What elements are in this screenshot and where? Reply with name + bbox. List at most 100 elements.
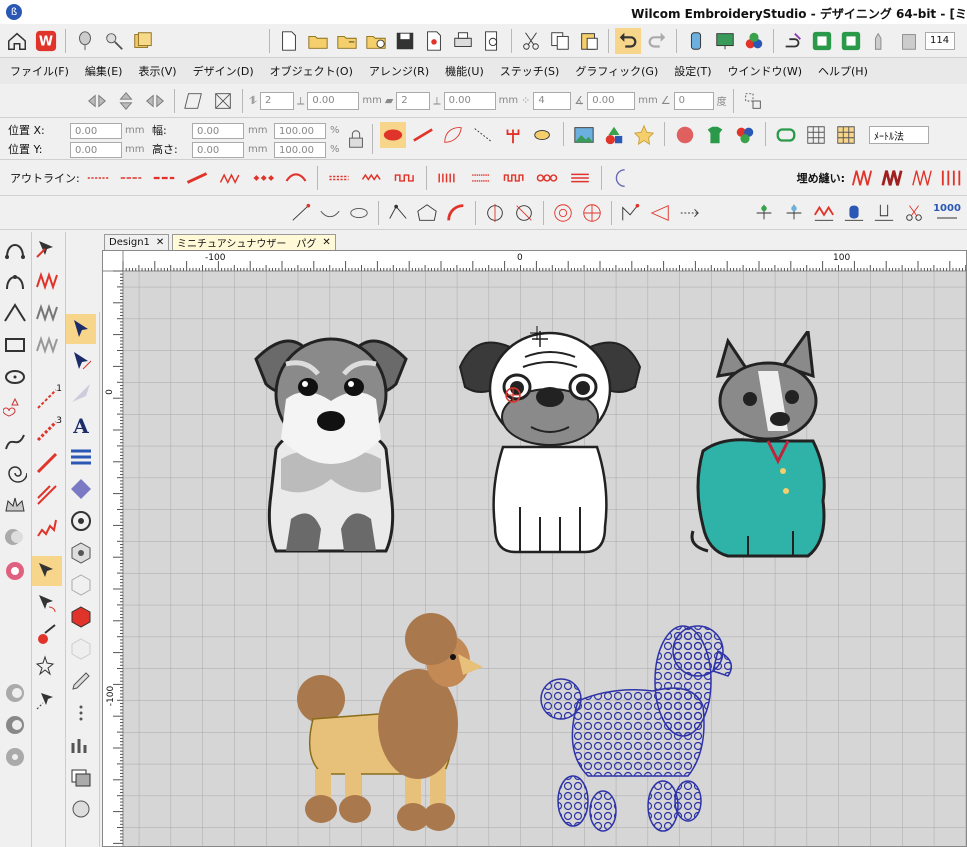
spin-7[interactable]: 0: [673, 91, 714, 110]
green-box2-icon[interactable]: [838, 28, 864, 54]
outline-run-icon[interactable]: [83, 165, 113, 191]
reshape-tool-icon[interactable]: [66, 346, 96, 376]
line-1-tool[interactable]: 1: [32, 384, 62, 414]
knife-icon[interactable]: [511, 200, 537, 226]
print-icon[interactable]: [450, 28, 476, 54]
boston-terrier-design[interactable]: [688, 331, 838, 561]
polygon-icon[interactable]: [414, 200, 440, 226]
outline-feather-icon[interactable]: [281, 165, 311, 191]
outline-pattern4-icon[interactable]: [433, 165, 463, 191]
outline-pattern3-icon[interactable]: [390, 165, 420, 191]
select-red-icon[interactable]: [32, 234, 62, 264]
outline-pattern2-icon[interactable]: [357, 165, 387, 191]
menu-item-6[interactable]: 機能(U): [445, 63, 484, 79]
tan-poodle-design[interactable]: [283, 609, 493, 839]
schnauzer-design[interactable]: [246, 329, 416, 559]
menu-item-4[interactable]: オブジェクト(O): [270, 63, 353, 79]
zigzag-gray2-icon[interactable]: [32, 330, 62, 360]
zigzag-gray-icon[interactable]: [32, 298, 62, 328]
pos-x-field[interactable]: 0.00: [70, 123, 122, 139]
outline-pattern5-icon[interactable]: [466, 165, 496, 191]
paint-icon[interactable]: [32, 620, 62, 650]
line-3-tool[interactable]: 3: [32, 416, 62, 446]
stack-icon[interactable]: [896, 28, 922, 54]
green-box-icon[interactable]: [809, 28, 835, 54]
balls-icon[interactable]: [732, 122, 758, 148]
colors-icon[interactable]: [741, 28, 767, 54]
lock-icon[interactable]: [345, 128, 367, 150]
library-icon[interactable]: [130, 28, 156, 54]
menu-item-7[interactable]: ステッチ(S): [500, 63, 560, 79]
needle-icon[interactable]: [871, 200, 897, 226]
flag-icon[interactable]: [647, 200, 673, 226]
height-field[interactable]: 0.00: [192, 142, 244, 158]
menu-item-2[interactable]: 表示(V): [138, 63, 176, 79]
mirror-both-icon[interactable]: [142, 88, 168, 114]
line-arrow-tool[interactable]: [32, 448, 62, 478]
leaf-icon[interactable]: [440, 122, 466, 148]
grid-icon[interactable]: [803, 122, 829, 148]
fill-more-icon[interactable]: [939, 165, 965, 191]
menu-item-0[interactable]: ファイル(F): [10, 63, 69, 79]
tab-design1[interactable]: Design1 ✕: [104, 234, 170, 250]
home-icon[interactable]: [4, 28, 30, 54]
fill-tatami-icon[interactable]: [849, 165, 875, 191]
new-file-icon[interactable]: [276, 28, 302, 54]
outline-satin-icon[interactable]: [182, 165, 212, 191]
menu-item-5[interactable]: アレンジ(R): [369, 63, 429, 79]
grid2-icon[interactable]: [833, 122, 859, 148]
ring-icon[interactable]: [346, 200, 372, 226]
fill-step-icon[interactable]: [909, 165, 935, 191]
fill-satin-icon[interactable]: [879, 165, 905, 191]
spin-1[interactable]: 2: [260, 91, 294, 110]
height-pct-field[interactable]: 100.00: [274, 142, 326, 158]
dots-tool-icon[interactable]: [66, 698, 96, 728]
crown-tool-icon[interactable]: [0, 490, 30, 520]
target2-icon[interactable]: [579, 200, 605, 226]
measure-select[interactable]: ﾒｰﾄﾙ法: [869, 126, 929, 144]
ellipse-tool-icon[interactable]: [0, 362, 30, 392]
pos-y-field[interactable]: 0.00: [70, 142, 122, 158]
rectangle-tool-icon[interactable]: [0, 330, 30, 360]
spool-icon[interactable]: [841, 200, 867, 226]
zigzag-red-icon[interactable]: [32, 266, 62, 296]
node-icon[interactable]: [385, 200, 411, 226]
width-field[interactable]: 0.00: [192, 123, 244, 139]
chart-tool-icon[interactable]: [66, 730, 96, 760]
hoop-icon[interactable]: [780, 28, 806, 54]
manage-icon[interactable]: [101, 28, 127, 54]
menu-item-1[interactable]: 編集(E): [85, 63, 123, 79]
skew-icon[interactable]: [181, 88, 207, 114]
menu-item-8[interactable]: グラフィック(G): [575, 63, 658, 79]
wilcom-logo-icon[interactable]: W: [33, 28, 59, 54]
line-zigzag-tool[interactable]: [32, 512, 62, 542]
close-icon[interactable]: ✕: [322, 237, 330, 248]
gray-circle-tool-icon[interactable]: [0, 678, 30, 708]
tree-icon[interactable]: [751, 200, 777, 226]
zigzag-arrows-icon[interactable]: [811, 200, 837, 226]
target-icon[interactable]: [550, 200, 576, 226]
appliqué-icon[interactable]: [672, 122, 698, 148]
open-folder-icon[interactable]: [305, 28, 331, 54]
monogram-tool-icon[interactable]: [0, 522, 30, 552]
print-preview-icon[interactable]: [479, 28, 505, 54]
count-icon[interactable]: 1000: [931, 200, 963, 226]
scissors-icon[interactable]: [901, 200, 927, 226]
hexagon-gray-icon[interactable]: [66, 570, 96, 600]
paste-icon[interactable]: [576, 28, 602, 54]
fish-icon[interactable]: [530, 122, 556, 148]
hexagon-light-icon[interactable]: [66, 634, 96, 664]
shirt-icon[interactable]: [702, 122, 728, 148]
hexagon-icon[interactable]: [66, 538, 96, 568]
envelope-icon[interactable]: [210, 88, 236, 114]
monogram-diamond-icon[interactable]: [66, 474, 96, 504]
save-icon[interactable]: [392, 28, 418, 54]
trident-icon[interactable]: [500, 122, 526, 148]
freehand-tool-icon[interactable]: [0, 426, 30, 456]
display-icon[interactable]: [712, 28, 738, 54]
outline-triple-icon[interactable]: [149, 165, 179, 191]
menu-item-10[interactable]: ウインドウ(W): [728, 63, 802, 79]
outline-pattern8-icon[interactable]: [565, 165, 595, 191]
select-tool-icon[interactable]: [66, 314, 96, 344]
outline-pattern1-icon[interactable]: [324, 165, 354, 191]
